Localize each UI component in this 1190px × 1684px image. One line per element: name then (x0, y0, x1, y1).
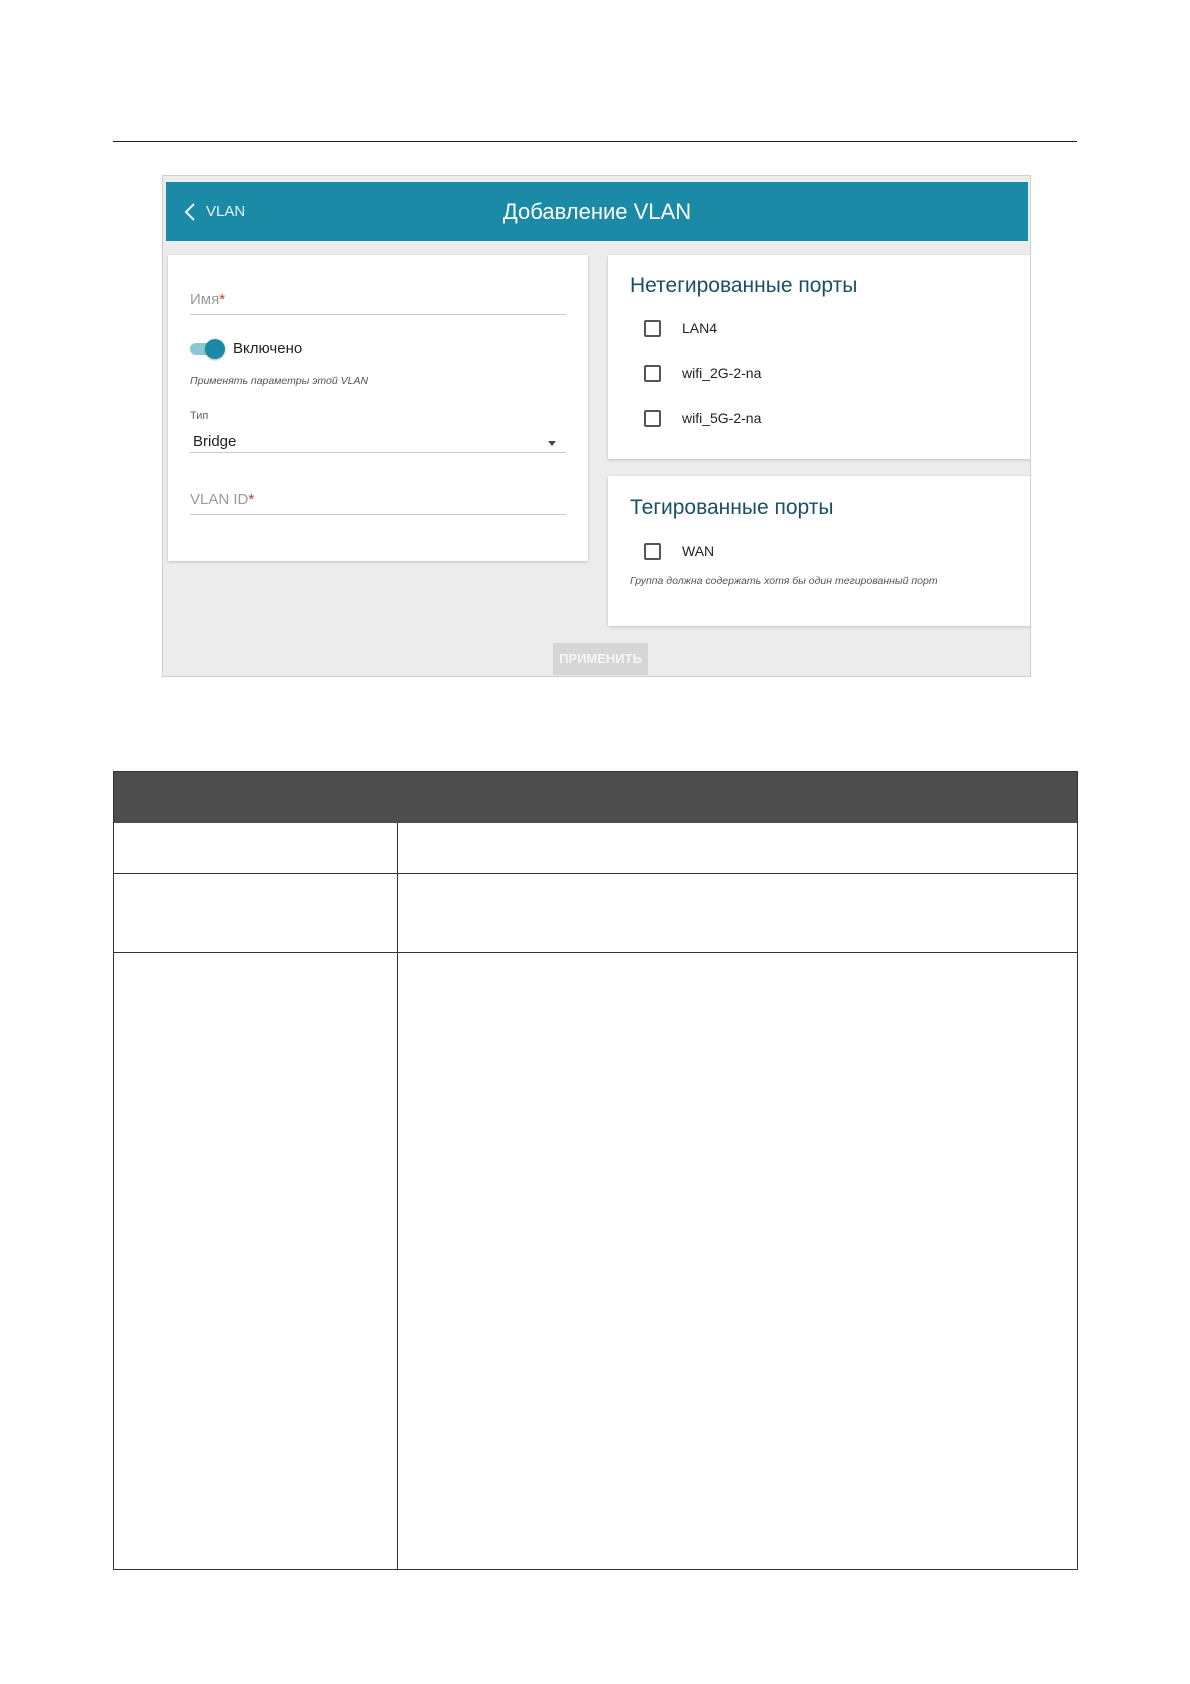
type-select[interactable]: Bridge (193, 433, 236, 450)
type-field-label: Тип (190, 410, 209, 422)
page-title: Добавление VLAN (502, 199, 692, 224)
vlan-id-field[interactable]: VLAN ID* (190, 491, 254, 508)
port-label: wifi_2G-2-na (682, 365, 762, 381)
checkbox[interactable] (644, 409, 661, 427)
vlan-settings-card: Имя* Включено Применять параметры этой V… (168, 255, 588, 561)
port-row-wifi-2g[interactable]: wifi_2G-2-na (644, 363, 761, 383)
port-label: LAN4 (682, 320, 718, 336)
name-field-label: Имя (190, 291, 220, 308)
vlan-id-field-label: VLAN ID (190, 491, 249, 508)
enabled-hint: Применять параметры этой VLAN (190, 375, 369, 387)
tagged-ports-title: Тегированные порты (630, 496, 834, 519)
port-row-lan4[interactable]: LAN4 (644, 318, 717, 338)
toggle-knob (205, 339, 225, 359)
port-label: wifi_5G-2-na (682, 410, 762, 426)
port-row-wifi-5g[interactable]: wifi_5G-2-na (644, 408, 761, 428)
vlan-id-field-underline (190, 514, 566, 515)
table-column-divider (397, 823, 398, 1570)
table-row-divider (114, 952, 1077, 953)
checkbox[interactable] (644, 542, 661, 560)
untagged-ports-title: Нетегированные порты (630, 274, 858, 297)
table-header (114, 772, 1077, 823)
tagged-ports-hint: Группа должна содержать хотя бы один тег… (630, 575, 938, 587)
checkbox[interactable] (644, 319, 661, 337)
enabled-toggle-label: Включено (233, 340, 303, 357)
name-field[interactable]: Имя* (190, 291, 225, 308)
page-top-rule (113, 141, 1077, 142)
dropdown-caret-icon[interactable] (548, 441, 556, 446)
table-row-divider (114, 873, 1077, 874)
required-mark: * (219, 291, 226, 308)
port-row-wan[interactable]: WAN (644, 541, 714, 561)
type-field-underline (190, 452, 566, 453)
required-mark: * (248, 491, 255, 508)
enabled-toggle[interactable] (190, 339, 225, 359)
name-field-underline (190, 314, 566, 315)
vlan-add-screenshot: VLAN Добавление VLAN Имя* Включено Приме… (162, 175, 1031, 677)
untagged-ports-card: Нетегированные порты LAN4 wifi_2G-2-na w… (608, 255, 1030, 459)
parameters-table (113, 771, 1078, 1570)
tagged-ports-card: Тегированные порты WAN Группа должна сод… (608, 476, 1030, 626)
apply-button[interactable]: ПРИМЕНИТЬ (553, 643, 648, 675)
port-label: WAN (682, 543, 715, 559)
checkbox[interactable] (644, 364, 661, 382)
page-header: VLAN Добавление VLAN (166, 182, 1028, 241)
